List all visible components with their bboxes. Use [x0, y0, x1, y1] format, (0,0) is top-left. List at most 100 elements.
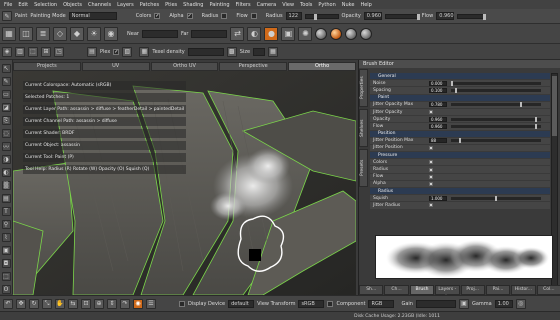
- property-value-field[interactable]: 0.960: [429, 123, 447, 129]
- stamp-tool-icon[interactable]: ◘: [1, 259, 11, 268]
- slider-handle[interactable]: [535, 123, 537, 129]
- sphere-orange-icon[interactable]: [330, 27, 343, 40]
- paint-buffer-icon[interactable]: ◐: [247, 26, 262, 41]
- opacity-field[interactable]: 0.960: [363, 12, 382, 20]
- gain-field[interactable]: [415, 299, 456, 308]
- property-checkbox[interactable]: [429, 160, 433, 165]
- gain-reset-icon[interactable]: ▣: [458, 298, 469, 309]
- scrollbar-thumb[interactable]: [552, 76, 557, 136]
- near-field[interactable]: [141, 29, 178, 38]
- text-tool-icon[interactable]: T: [1, 207, 11, 216]
- slider-handle[interactable]: [451, 80, 453, 86]
- cube-icon[interactable]: ◫: [19, 26, 33, 41]
- layers-icon[interactable]: ≣: [36, 26, 50, 41]
- patch-icon[interactable]: ▥: [15, 46, 25, 57]
- size-grid-icon[interactable]: ▦: [268, 46, 279, 57]
- iso-icon[interactable]: ◳: [54, 46, 64, 57]
- property-value-field[interactable]: 1.000: [429, 195, 447, 201]
- menu-pties[interactable]: Pties: [165, 2, 177, 8]
- texel-density-field[interactable]: [187, 47, 224, 56]
- burn-tool-icon[interactable]: ◐: [1, 168, 11, 177]
- menu-help[interactable]: Help: [360, 2, 371, 8]
- smear-tool-icon[interactable]: 〰: [1, 142, 11, 151]
- component-select[interactable]: RGB: [368, 299, 395, 308]
- panel-tab-proj[interactable]: Proj...: [460, 285, 485, 295]
- menu-selection[interactable]: Selection: [34, 2, 57, 8]
- menu-patches[interactable]: Patches: [140, 2, 159, 8]
- blur-tool-icon[interactable]: ◌: [1, 129, 11, 138]
- property-value-field[interactable]: 0.960: [429, 116, 447, 122]
- history-icon[interactable]: ☰: [146, 298, 156, 309]
- slider-handle[interactable]: [459, 138, 461, 144]
- group-pressure[interactable]: Pressure: [370, 152, 550, 160]
- group-position[interactable]: Position: [370, 130, 550, 138]
- gamma-reset-icon[interactable]: ◎: [515, 298, 526, 309]
- sphere-grey-icon[interactable]: [315, 27, 328, 40]
- move-icon[interactable]: ✥: [16, 298, 26, 309]
- clone-tool-icon[interactable]: ⎘: [1, 116, 11, 125]
- select-tool-icon[interactable]: ↖: [1, 64, 11, 73]
- property-checkbox[interactable]: [429, 203, 433, 208]
- brush-icon[interactable]: ✎: [2, 11, 12, 21]
- menu-edit[interactable]: Edit: [18, 2, 28, 8]
- frame-icon[interactable]: ⊞: [41, 46, 51, 57]
- texel-grid-icon[interactable]: ▦: [139, 46, 150, 57]
- shaded-icon[interactable]: ◆: [70, 26, 84, 41]
- radius-slider[interactable]: [304, 13, 339, 20]
- painting-mode-select[interactable]: Normal: [68, 12, 117, 20]
- plex-checkbox[interactable]: ✓: [113, 48, 120, 55]
- view-transform-select[interactable]: sRGB: [298, 299, 325, 308]
- viewport[interactable]: Current Colorspace: Automatic (sRGB) Sele…: [13, 71, 356, 295]
- menu-camera[interactable]: Camera: [257, 2, 277, 8]
- tab-ortho-uv[interactable]: Ortho UV: [150, 62, 219, 71]
- rotate-icon[interactable]: ↻: [29, 298, 39, 309]
- menu-channels[interactable]: Channels: [88, 2, 111, 8]
- lighting-icon[interactable]: ☀: [87, 26, 101, 41]
- gamma-field[interactable]: 1.00: [494, 299, 513, 308]
- pan-icon[interactable]: ✋: [55, 298, 65, 309]
- tab-perspective[interactable]: Perspective: [219, 62, 288, 71]
- texel-icon[interactable]: ▧: [122, 46, 133, 57]
- property-slider[interactable]: [451, 123, 541, 129]
- display-device-select[interactable]: default: [228, 299, 255, 308]
- size-field[interactable]: [253, 47, 266, 56]
- tab-uv[interactable]: UV: [81, 62, 150, 71]
- property-value-field[interactable]: 0.780: [429, 102, 447, 108]
- property-value-field[interactable]: 88: [429, 138, 447, 144]
- slider-handle[interactable]: [455, 87, 457, 93]
- panel-tab-pai[interactable]: Pai...: [485, 285, 511, 295]
- marquee-tool-icon[interactable]: ⬚: [1, 272, 11, 281]
- group-general[interactable]: General: [370, 73, 550, 81]
- wire-icon[interactable]: ◇: [53, 26, 67, 41]
- panel-tab-layers-d[interactable]: Layers - d...: [435, 285, 460, 300]
- sphere-dark-icon[interactable]: [345, 27, 358, 40]
- display-device-checkbox[interactable]: [179, 300, 185, 307]
- swap-icon[interactable]: ⇄: [230, 26, 245, 41]
- lock-icon[interactable]: ⊡: [81, 298, 91, 309]
- snap-icon[interactable]: ⊕: [94, 298, 104, 309]
- colors-checkbox[interactable]: ✓: [154, 13, 161, 19]
- menu-tools[interactable]: Tools: [300, 2, 312, 8]
- property-slider[interactable]: [451, 116, 541, 122]
- flow-slider[interactable]: [457, 13, 487, 20]
- lasso-tool-icon[interactable]: ʘ: [1, 285, 11, 294]
- panel-tab-brush[interactable]: Brush: [409, 285, 435, 295]
- side-tab-properties[interactable]: Properties: [359, 69, 368, 107]
- view-icon[interactable]: ◈: [2, 46, 12, 57]
- gradient-tool-icon[interactable]: ▤: [1, 194, 11, 203]
- opacity-slider[interactable]: [384, 13, 420, 20]
- mask-tool-icon[interactable]: ▣: [1, 246, 11, 255]
- panel-tab-sh[interactable]: Sh...: [359, 285, 384, 295]
- component-checkbox[interactable]: [327, 300, 334, 307]
- scale-icon[interactable]: ⤡: [42, 298, 52, 309]
- eraser-tool-icon[interactable]: ▭: [1, 90, 11, 99]
- bake-icon[interactable]: ●: [264, 26, 279, 41]
- track-icon[interactable]: ⇆: [68, 298, 78, 309]
- select-icon[interactable]: ⬚: [28, 46, 38, 57]
- alpha-checkbox[interactable]: ✓: [186, 13, 193, 19]
- panel-tab-ch[interactable]: Ch...: [384, 285, 409, 295]
- group-paint[interactable]: Paint: [370, 94, 550, 102]
- menu-nuke[interactable]: Nuke: [342, 2, 355, 8]
- panel-tab-histor[interactable]: Histor...: [511, 285, 536, 295]
- flow-field[interactable]: 0.960: [436, 12, 455, 20]
